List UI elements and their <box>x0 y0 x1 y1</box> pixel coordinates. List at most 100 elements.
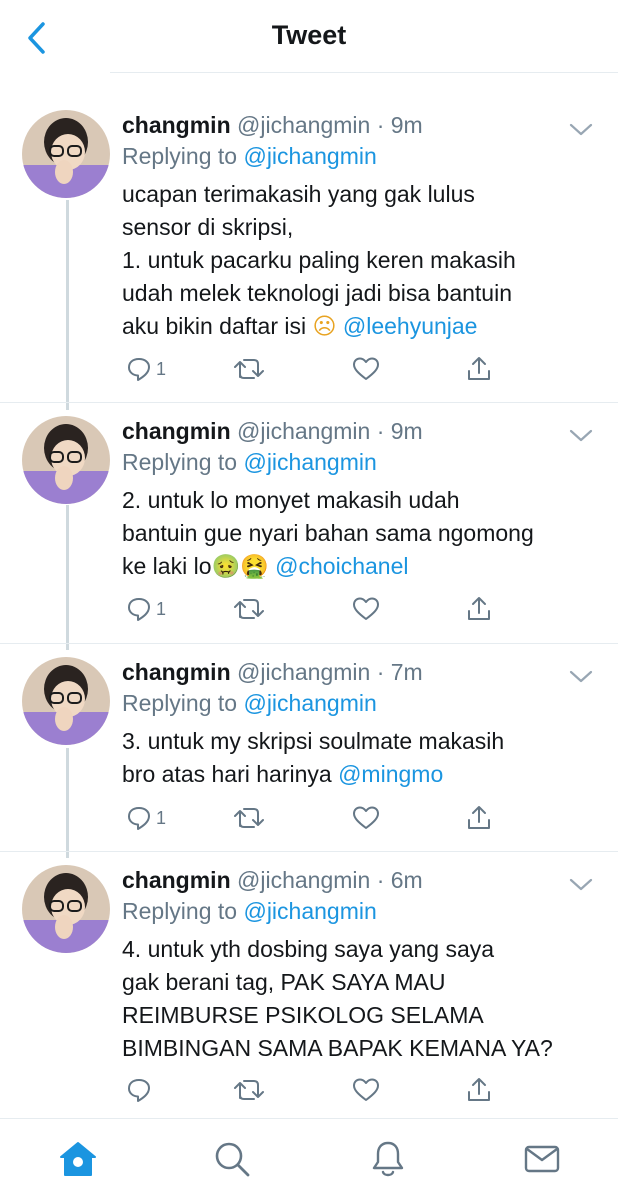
display-name[interactable]: changmin <box>122 418 231 444</box>
user-handle[interactable]: @jichangmin <box>237 867 370 893</box>
chevron-down-icon[interactable] <box>566 120 596 140</box>
share-icon <box>468 357 490 380</box>
user-handle[interactable]: @jichangmin <box>237 659 370 685</box>
display-name[interactable]: changmin <box>122 112 231 138</box>
heart-icon <box>353 806 379 829</box>
timestamp[interactable]: 9m <box>391 418 423 444</box>
replying-to-handle[interactable]: @jichangmin <box>243 690 376 716</box>
replying-to-handle[interactable]: @jichangmin <box>243 898 376 924</box>
emoji: ☹ <box>312 313 337 339</box>
like-button[interactable] <box>352 1075 380 1105</box>
retweet-icon <box>234 1080 264 1100</box>
tweet[interactable]: changmin @jichangmin · 9m Replying to @j… <box>0 110 618 400</box>
user-handle[interactable]: @jichangmin <box>237 418 370 444</box>
replying-to-handle[interactable]: @jichangmin <box>243 143 376 169</box>
mention-link[interactable]: @leehyunjae <box>343 313 478 339</box>
tweet-header: changmin @jichangmin · 9m <box>122 110 592 140</box>
timestamp[interactable]: 9m <box>391 112 423 138</box>
avatar-image <box>22 416 110 504</box>
retweet-button[interactable] <box>232 803 266 833</box>
tweet-text-line: udah melek teknologi jadi bisa bantuin <box>122 280 512 306</box>
replying-to-label: Replying to <box>122 143 238 169</box>
retweet-icon <box>234 359 264 379</box>
share-button[interactable] <box>466 354 492 384</box>
retweet-button[interactable] <box>232 594 266 624</box>
nav-messages[interactable] <box>520 1137 564 1181</box>
tweet-body: changmin @jichangmin · 6m Replying to @j… <box>122 865 592 1065</box>
tweet-text: ucapan terimakasih yang gak lulus sensor… <box>122 178 592 343</box>
timestamp[interactable]: 7m <box>391 659 423 685</box>
messages-icon <box>524 1145 560 1173</box>
tweet[interactable]: changmin @jichangmin · 7m Replying to @j… <box>0 657 618 847</box>
avatar[interactable] <box>22 110 110 198</box>
share-icon <box>468 806 490 829</box>
tweet-header: changmin @jichangmin · 7m <box>122 657 592 687</box>
share-icon <box>468 597 490 620</box>
replying-to: Replying to @jichangmin <box>122 140 592 172</box>
page-title: Tweet <box>271 20 347 50</box>
chevron-down-icon[interactable] <box>566 667 596 687</box>
avatar[interactable] <box>22 657 110 745</box>
share-button[interactable] <box>466 803 492 833</box>
separator-dot: · <box>376 112 385 138</box>
retweet-icon <box>234 599 264 619</box>
chevron-down-icon[interactable] <box>566 426 596 446</box>
retweet-button[interactable] <box>232 1075 266 1105</box>
share-button[interactable] <box>466 594 492 624</box>
tweet-body: changmin @jichangmin · 9m Replying to @j… <box>122 416 592 583</box>
tweet-divider <box>0 402 618 403</box>
tweet-text-line: sensor di skripsi, <box>122 214 294 240</box>
tweet[interactable]: changmin @jichangmin · 9m Replying to @j… <box>0 416 618 641</box>
tweet-text-line: 4. untuk yth dosbing saya yang saya <box>122 936 495 962</box>
tweet-text-fragment: bro atas hari harinya <box>122 761 332 787</box>
reply-button[interactable] <box>126 1075 156 1105</box>
replying-to-label: Replying to <box>122 690 238 716</box>
nav-home[interactable] <box>56 1137 100 1181</box>
replying-to-label: Replying to <box>122 898 238 924</box>
home-icon <box>60 1142 96 1176</box>
reply-icon <box>128 807 150 830</box>
like-button[interactable] <box>352 803 380 833</box>
retweet-icon <box>234 808 264 828</box>
reply-button[interactable]: 1 <box>126 803 166 833</box>
reply-button[interactable]: 1 <box>126 594 166 624</box>
mention-link[interactable]: @choichanel <box>275 553 408 579</box>
replying-to: Replying to @jichangmin <box>122 895 592 927</box>
like-button[interactable] <box>352 594 380 624</box>
tweet-text-line: bantuin gue nyari bahan sama ngomong <box>122 520 534 546</box>
reply-button[interactable]: 1 <box>126 354 166 384</box>
display-name[interactable]: changmin <box>122 659 231 685</box>
nav-notifications[interactable] <box>366 1137 410 1181</box>
tweet-text-line: ucapan terimakasih yang gak lulus <box>122 181 475 207</box>
tweet-body: changmin @jichangmin · 7m Replying to @j… <box>122 657 592 791</box>
emoji: 🤢🤮 <box>211 553 269 579</box>
reply-icon <box>128 358 150 381</box>
chevron-down-icon[interactable] <box>566 875 596 895</box>
share-button[interactable] <box>466 1075 492 1105</box>
tweet[interactable]: changmin @jichangmin · 6m Replying to @j… <box>0 865 618 1115</box>
avatar[interactable] <box>22 865 110 953</box>
like-button[interactable] <box>352 354 380 384</box>
avatar-image <box>22 110 110 198</box>
header-divider <box>110 72 618 73</box>
tweet-actions <box>122 1075 522 1105</box>
tweet-text-line: gak berani tag, PAK SAYA MAU <box>122 969 446 995</box>
nav-search[interactable] <box>210 1137 254 1181</box>
avatar-image <box>22 657 110 745</box>
display-name[interactable]: changmin <box>122 867 231 893</box>
user-handle[interactable]: @jichangmin <box>237 112 370 138</box>
tweet-text: 3. untuk my skripsi soulmate makasih bro… <box>122 725 592 791</box>
timestamp[interactable]: 6m <box>391 867 423 893</box>
tweet-text-line: ke laki lo🤢🤮 @choichanel <box>122 550 592 583</box>
tweet-body: changmin @jichangmin · 9m Replying to @j… <box>122 110 592 343</box>
tweet-divider <box>0 851 618 852</box>
tweet-text-line: 3. untuk my skripsi soulmate makasih <box>122 728 505 754</box>
mention-link[interactable]: @mingmo <box>338 761 443 787</box>
reply-count: 1 <box>156 358 167 379</box>
retweet-button[interactable] <box>232 354 266 384</box>
replying-to: Replying to @jichangmin <box>122 687 592 719</box>
avatar[interactable] <box>22 416 110 504</box>
separator-dot: · <box>376 659 385 685</box>
heart-icon <box>353 1078 379 1101</box>
replying-to-handle[interactable]: @jichangmin <box>243 449 376 475</box>
